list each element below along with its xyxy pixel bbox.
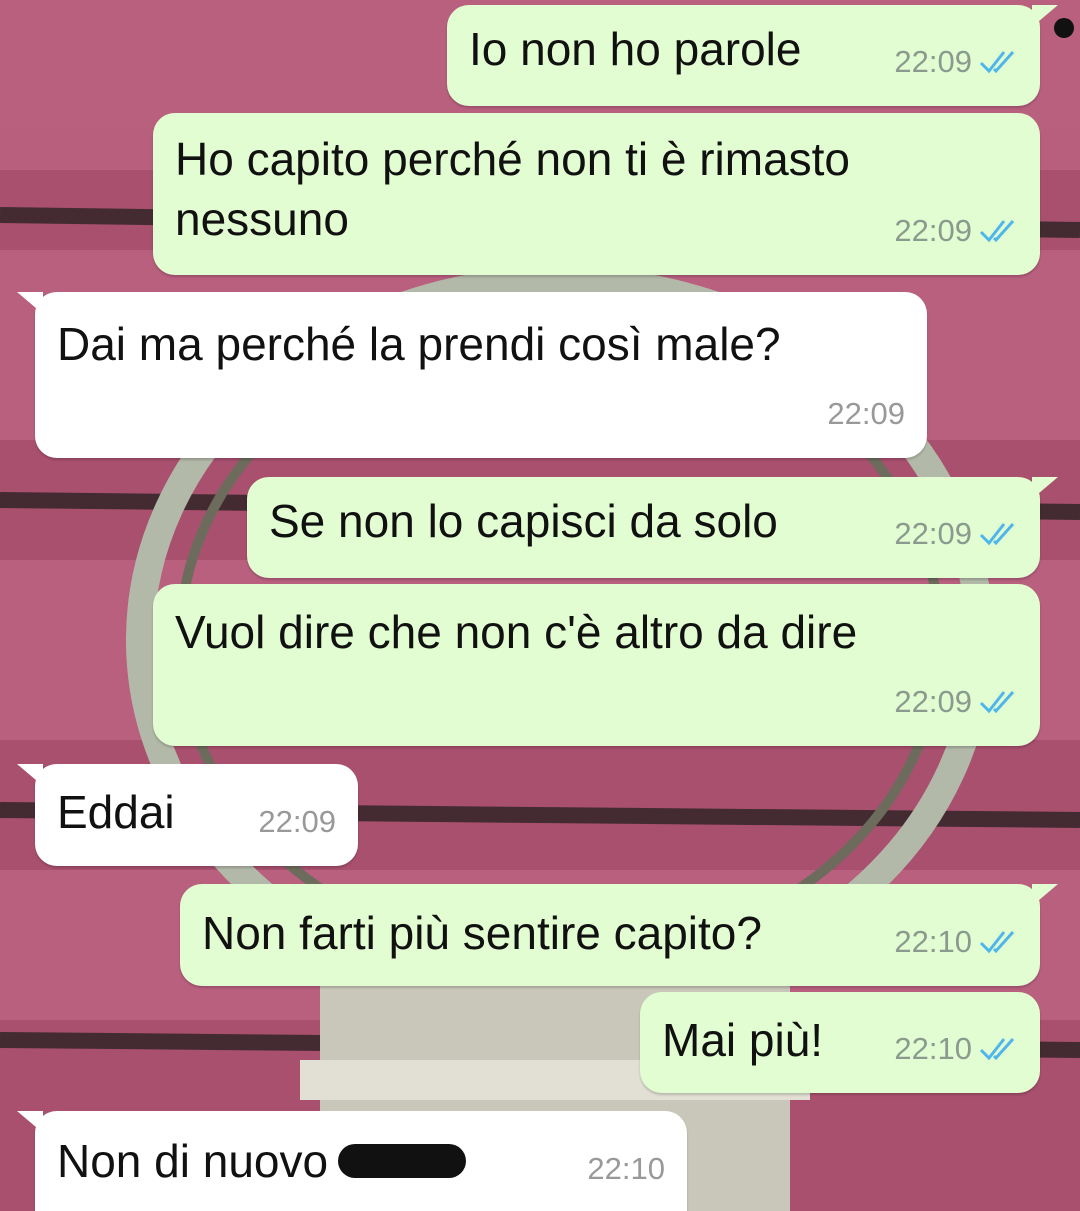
double-check-icon <box>979 50 1015 74</box>
message-time: 22:09 <box>894 516 972 551</box>
redaction-scribble <box>338 1143 467 1178</box>
message-outgoing[interactable]: Io non ho parole 22:09 <box>447 5 1058 106</box>
message-incoming[interactable]: Dai ma perché la prendi così male? 22:09 <box>17 292 927 458</box>
message-text: Dai ma perché la prendi così male? <box>57 318 781 370</box>
double-check-icon <box>979 522 1015 546</box>
double-check-icon <box>979 1037 1015 1061</box>
message-text: Eddai <box>57 786 175 838</box>
message-text: Mai più! <box>662 1014 824 1066</box>
double-check-icon <box>979 219 1015 243</box>
bubble-tail <box>17 764 43 786</box>
message-text: Vuol dire che non c'è altro da dire <box>175 606 858 658</box>
message-text: Non di nuovo <box>57 1131 467 1191</box>
message-text: Io non ho parole <box>469 23 802 75</box>
message-text: Non farti più sentire capito? <box>202 907 762 959</box>
bubble-tail <box>17 292 43 314</box>
bubble-tail <box>17 1111 43 1133</box>
message-time: 22:10 <box>587 1151 665 1186</box>
bubble-tail <box>1032 477 1058 499</box>
message-incoming[interactable]: Non di nuovo 22:10 <box>17 1111 687 1211</box>
message-outgoing[interactable]: Vuol dire che non c'è altro da dire 22:0… <box>153 584 1040 746</box>
message-time: 22:09 <box>894 684 972 719</box>
message-time: 22:09 <box>894 44 972 79</box>
message-outgoing[interactable]: Mai più! 22:10 <box>640 992 1040 1093</box>
message-time: 22:09 <box>258 804 336 839</box>
bubble-tail <box>1032 5 1058 27</box>
double-check-icon <box>979 930 1015 954</box>
message-time: 22:10 <box>894 1031 972 1066</box>
bubble-tail <box>1032 884 1058 906</box>
message-text: Se non lo capisci da solo <box>269 495 778 547</box>
message-outgoing[interactable]: Ho capito perché non ti è rimasto nessun… <box>153 113 1040 275</box>
message-outgoing[interactable]: Se non lo capisci da solo 22:09 <box>247 477 1058 578</box>
message-time: 22:09 <box>827 396 905 431</box>
message-text: Ho capito perché non ti è rimasto nessun… <box>175 133 851 245</box>
message-incoming[interactable]: Eddai 22:09 <box>17 764 358 866</box>
message-outgoing[interactable]: Non farti più sentire capito? 22:10 <box>180 884 1058 986</box>
message-time: 22:10 <box>894 924 972 959</box>
message-time: 22:09 <box>894 213 972 248</box>
double-check-icon <box>979 690 1015 714</box>
